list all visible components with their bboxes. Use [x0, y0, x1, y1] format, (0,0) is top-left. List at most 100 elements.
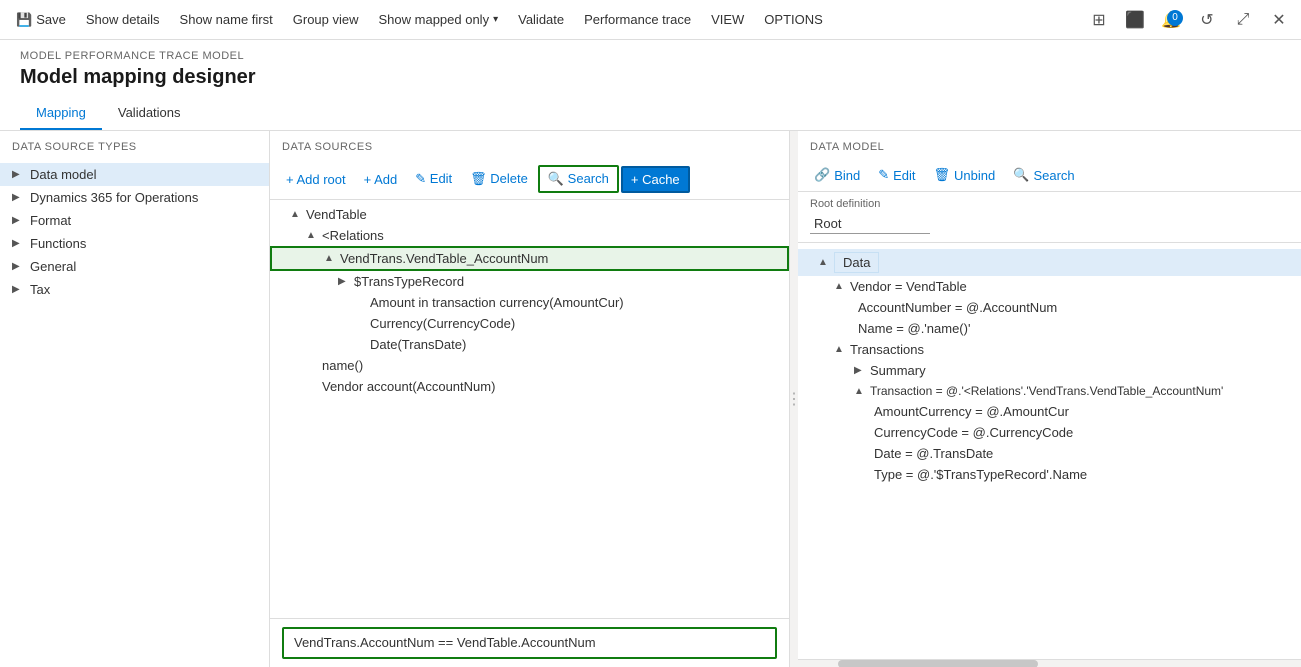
tabs: Mapping Validations	[20, 97, 1281, 130]
expand-icon[interactable]: ⤢	[1229, 6, 1257, 34]
bind-button[interactable]: 🔗 Bind	[806, 163, 868, 187]
dm-node-vendor[interactable]: ▲ Vendor = VendTable	[798, 276, 1301, 297]
date-label: Date(TransDate)	[370, 337, 466, 352]
sidebar-item-tax[interactable]: ▶ Tax	[0, 278, 269, 301]
add-root-button[interactable]: + Add root	[278, 168, 354, 191]
tab-validations[interactable]: Validations	[102, 97, 197, 130]
data-node-label: Data	[834, 252, 879, 273]
office-icon[interactable]: ⬛	[1121, 6, 1149, 34]
save-button[interactable]: 💾 Save	[8, 8, 74, 32]
dynamics365-expand-icon: ▶	[12, 192, 24, 203]
node-vendtrans-accountnum[interactable]: ▲ VendTrans.VendTable_AccountNum	[270, 246, 789, 271]
vendtrans-arrow-icon: ▲	[324, 253, 336, 264]
datasource-toolbar: + Add root + Add ✎ Edit 🗑 Delete 🔍 Searc…	[270, 159, 789, 200]
transactions-label: Transactions	[850, 342, 924, 357]
cache-button[interactable]: + Cache	[621, 166, 690, 193]
datasource-types-tree: ▶ Data model ▶ Dynamics 365 for Operatio…	[0, 159, 269, 667]
node-vendor-account[interactable]: Vendor account(AccountNum)	[270, 376, 789, 397]
main-content: MODEL PERFORMANCE TRACE MODEL Model mapp…	[0, 40, 1301, 667]
name-node-label: Name = @.'name()'	[858, 321, 970, 336]
notification-badge: 0	[1167, 10, 1183, 26]
bind-icon: 🔗	[814, 167, 830, 183]
currency-code-label: CurrencyCode = @.CurrencyCode	[874, 425, 1073, 440]
root-definition-input[interactable]	[810, 214, 930, 234]
dm-node-transactions[interactable]: ▲ Transactions	[798, 339, 1301, 360]
unbind-icon: 🗑	[934, 167, 951, 183]
delete-button[interactable]: 🗑 Delete	[462, 167, 536, 191]
validate-button[interactable]: Validate	[510, 8, 572, 31]
scrollbar-thumb[interactable]	[838, 660, 1038, 667]
node-date[interactable]: Date(TransDate)	[270, 334, 789, 355]
close-icon[interactable]: ✕	[1265, 6, 1293, 34]
general-expand-icon: ▶	[12, 261, 24, 272]
page-title: Model mapping designer	[20, 66, 1281, 89]
sidebar-item-data-model[interactable]: ▶ Data model	[0, 163, 269, 186]
transactions-arrow-icon: ▲	[834, 344, 846, 355]
edit-button[interactable]: ✎ Edit	[407, 167, 460, 191]
format-expand-icon: ▶	[12, 215, 24, 226]
account-number-label: AccountNumber = @.AccountNum	[858, 300, 1057, 315]
formula-bar: VendTrans.AccountNum == VendTable.Accoun…	[270, 618, 789, 667]
dm-edit-button[interactable]: ✎ Edit	[870, 163, 923, 187]
dm-separator	[798, 242, 1301, 243]
node-name[interactable]: name()	[270, 355, 789, 376]
show-details-button[interactable]: Show details	[78, 8, 168, 31]
vendtable-label: VendTable	[306, 207, 367, 222]
vendor-node-arrow-icon: ▲	[834, 281, 846, 292]
notification-icon[interactable]: 🔔 0	[1157, 6, 1185, 34]
sidebar-item-dynamics365[interactable]: ▶ Dynamics 365 for Operations	[0, 186, 269, 209]
vendor-node-label: Vendor = VendTable	[850, 279, 967, 294]
data-model-expand-icon: ▶	[12, 169, 24, 180]
header: MODEL PERFORMANCE TRACE MODEL Model mapp…	[0, 40, 1301, 131]
sidebar-item-functions[interactable]: ▶ Functions	[0, 232, 269, 255]
group-view-button[interactable]: Group view	[285, 8, 367, 31]
right-panel: DATA MODEL 🔗 Bind ✎ Edit 🗑 Unbind 🔍 Sear…	[798, 131, 1301, 667]
add-button[interactable]: + Add	[356, 168, 406, 191]
dm-search-button[interactable]: 🔍 Search	[1005, 163, 1082, 187]
view-button[interactable]: VIEW	[703, 8, 752, 31]
settings-icon[interactable]: ⊞	[1085, 6, 1113, 34]
node-currency[interactable]: Currency(CurrencyCode)	[270, 313, 789, 334]
unbind-button[interactable]: 🗑 Unbind	[926, 163, 1004, 187]
horizontal-scrollbar[interactable]	[798, 659, 1301, 667]
transtyperecord-arrow-icon: ▶	[338, 276, 350, 287]
transtyperecord-label: $TransTypeRecord	[354, 274, 464, 289]
dm-node-currency-code[interactable]: CurrencyCode = @.CurrencyCode	[798, 422, 1301, 443]
node-amount-trans-currency[interactable]: Amount in transaction currency(AmountCur…	[270, 292, 789, 313]
panel-divider[interactable]: ⋮	[790, 131, 798, 667]
data-model-label: Data model	[30, 167, 96, 182]
summary-arrow-icon: ▶	[854, 365, 866, 376]
show-mapped-only-button[interactable]: Show mapped only ▾	[371, 8, 507, 31]
dm-node-account-number[interactable]: AccountNumber = @.AccountNum	[798, 297, 1301, 318]
dm-node-amount-currency[interactable]: AmountCurrency = @.AmountCur	[798, 401, 1301, 422]
refresh-icon[interactable]: ↺	[1193, 6, 1221, 34]
node-transtyperecord[interactable]: ▶ $TransTypeRecord	[270, 271, 789, 292]
dm-node-transaction[interactable]: ▲ Transaction = @.'<Relations'.'VendTran…	[798, 381, 1301, 401]
left-panel: DATA SOURCE TYPES ▶ Data model ▶ Dynamic…	[0, 131, 270, 667]
data-model-tree: ▲ Data ▲ Vendor = VendTable AccountNumbe…	[798, 245, 1301, 659]
dm-node-type[interactable]: Type = @.'$TransTypeRecord'.Name	[798, 464, 1301, 485]
sidebar-item-general[interactable]: ▶ General	[0, 255, 269, 278]
search-button[interactable]: 🔍 Search	[538, 165, 619, 193]
sidebar-item-format[interactable]: ▶ Format	[0, 209, 269, 232]
options-button[interactable]: OPTIONS	[756, 8, 831, 31]
dm-edit-icon: ✎	[878, 167, 889, 183]
root-definition: Root definition	[798, 192, 1301, 240]
node-vendtable[interactable]: ▲ VendTable	[270, 204, 789, 225]
date-node-label: Date = @.TransDate	[874, 446, 993, 461]
functions-label: Functions	[30, 236, 86, 251]
dm-node-data[interactable]: ▲ Data	[798, 249, 1301, 276]
show-name-first-button[interactable]: Show name first	[172, 8, 281, 31]
transaction-label: Transaction = @.'<Relations'.'VendTrans.…	[870, 384, 1223, 398]
datasource-types-header: DATA SOURCE TYPES	[0, 131, 269, 159]
dm-node-date[interactable]: Date = @.TransDate	[798, 443, 1301, 464]
relations-label: <Relations	[322, 228, 384, 243]
dm-node-summary[interactable]: ▶ Summary	[798, 360, 1301, 381]
tab-mapping[interactable]: Mapping	[20, 97, 102, 130]
content-area: DATA SOURCE TYPES ▶ Data model ▶ Dynamic…	[0, 131, 1301, 667]
dm-node-name[interactable]: Name = @.'name()'	[798, 318, 1301, 339]
node-relations[interactable]: ▲ <Relations	[270, 225, 789, 246]
performance-trace-button[interactable]: Performance trace	[576, 8, 699, 31]
vendtable-arrow-icon: ▲	[290, 209, 302, 220]
formula-box[interactable]: VendTrans.AccountNum == VendTable.Accoun…	[282, 627, 777, 659]
